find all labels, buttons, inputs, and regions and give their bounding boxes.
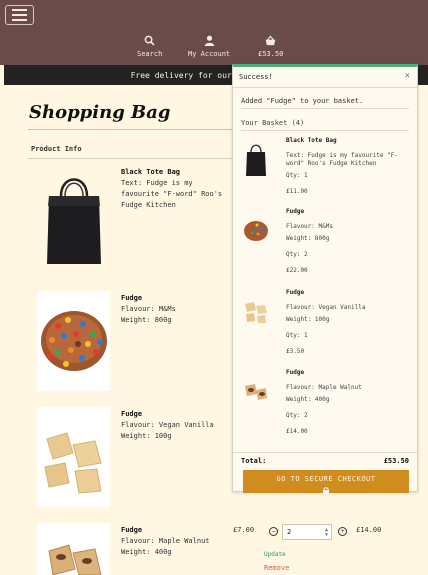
basket-total-value: £53.50 <box>383 457 409 465</box>
basket-item-qty: Qty: 1 <box>286 172 308 179</box>
column-header-product-info: Product Info <box>31 145 82 153</box>
remove-link[interactable]: Remove <box>264 564 289 572</box>
product-weight: Weight: 800g <box>121 316 172 324</box>
basket-item-desc: Flavour: Vegan Vanilla <box>286 304 366 311</box>
product-name: Black Tote Bag <box>121 168 181 176</box>
basket-item-image <box>242 371 270 411</box>
lock-icon <box>323 487 329 494</box>
basket-icon <box>265 35 276 46</box>
basket-heading: Your Basket (4) <box>241 119 305 127</box>
toast-message: Added "Fudge" to your basket. <box>241 97 364 105</box>
basket-item-desc: Flavour: Maple Walnut <box>286 384 362 391</box>
basket-item: Black Tote Bag Text: Fudge is my favouri… <box>286 137 411 200</box>
divider <box>241 108 409 109</box>
checkout-label: GO TO SECURE CHECKOUT <box>276 475 376 483</box>
close-icon[interactable]: × <box>405 71 410 81</box>
top-header: Search My Account £53.50 <box>0 0 428 65</box>
nav-basket[interactable]: £53.50 <box>258 35 283 58</box>
vanilla-fudge-thumbnail <box>245 302 267 323</box>
mm-fudge-thumbnail <box>244 221 268 241</box>
vanilla-fudge-image <box>43 432 102 494</box>
delivery-banner-text: Free delivery for our s <box>130 70 242 80</box>
basket-item-qty: Qty: 1 <box>286 332 308 339</box>
basket-item-weight: Weight: 100g <box>286 316 330 323</box>
product-image-mm-fudge <box>37 291 110 391</box>
product-info-3: Fudge Flavour: Vegan Vanilla Weight: 100… <box>121 409 231 442</box>
divider <box>28 129 238 130</box>
basket-item-price: £3.50 <box>286 348 305 355</box>
basket-item-image <box>242 211 270 251</box>
nav-search[interactable]: Search <box>137 35 162 58</box>
product-image-tote-bag <box>37 166 110 266</box>
minus-circle-icon: − <box>269 527 278 536</box>
nav-basket-total: £53.50 <box>258 50 284 58</box>
basket-item-image <box>242 139 270 179</box>
hamburger-line <box>12 14 27 16</box>
basket-total-row: Total: £53.50 <box>241 457 409 465</box>
product-name: Fudge <box>121 410 143 418</box>
basket-item-name: Fudge <box>286 369 305 376</box>
basket-item-name: Fudge <box>286 208 305 215</box>
maple-fudge-thumbnail <box>245 384 267 400</box>
mm-fudge-image <box>40 311 107 371</box>
menu-toggle-button[interactable] <box>5 5 34 25</box>
product-info-4: Fudge Flavour: Maple Walnut Weight: 400g <box>121 525 231 558</box>
product-image-maple-fudge <box>37 523 110 575</box>
secure-checkout-button[interactable]: GO TO SECURE CHECKOUT <box>243 470 409 494</box>
basket-item: Fudge Flavour: Vegan Vanilla Weight: 100… <box>286 289 411 360</box>
product-detail: Flavour: Maple Walnut <box>121 537 210 545</box>
basket-item-price: £22.00 <box>286 267 308 274</box>
quantity-input[interactable]: 2 ▲ ▼ <box>282 524 332 540</box>
basket-item: Fudge Flavour: M&Ms Weight: 800g Qty: 2 … <box>286 208 411 279</box>
tote-bag-thumbnail <box>246 144 266 176</box>
spinner-arrows-icon[interactable]: ▲ ▼ <box>325 528 328 538</box>
success-toast: Success! × Added "Fudge" to your basket.… <box>232 64 418 494</box>
basket-item-price: £11.00 <box>286 188 308 195</box>
toast-header: Success! × <box>233 67 417 88</box>
basket-item-weight: Weight: 800g <box>286 235 330 242</box>
basket-item: Fudge Flavour: Maple Walnut Weight: 400g… <box>286 369 411 440</box>
hamburger-line <box>12 9 27 11</box>
product-name: Fudge <box>121 526 143 534</box>
basket-item-desc: Flavour: M&Ms <box>286 223 333 230</box>
basket-item-name: Fudge <box>286 289 305 296</box>
product-detail: Flavour: M&Ms <box>121 305 176 313</box>
product-info-1: Black Tote Bag Text: Fudge is my favouri… <box>121 167 231 211</box>
plus-circle-icon: + <box>338 527 347 536</box>
basket-item-name: Black Tote Bag <box>286 137 337 144</box>
page-title: Shopping Bag <box>29 102 171 123</box>
user-icon <box>204 35 214 46</box>
product-detail: Text: Fudge is my favourite "F-word" Roo… <box>121 179 223 209</box>
update-link[interactable]: Update <box>264 551 286 558</box>
tote-bag-image <box>46 178 101 264</box>
basket-item-qty: Qty: 2 <box>286 412 308 419</box>
search-icon <box>144 35 155 46</box>
basket-item-qty: Qty: 2 <box>286 251 308 258</box>
divider <box>28 158 238 159</box>
quantity-value: 2 <box>287 528 292 536</box>
basket-item-price: £14.00 <box>286 428 308 435</box>
nav-account-label: My Account <box>188 50 231 58</box>
nav-search-label: Search <box>137 50 163 58</box>
product-subtotal: £14.00 <box>356 526 382 534</box>
toast-title: Success! <box>239 73 273 81</box>
product-info-2: Fudge Flavour: M&Ms Weight: 800g <box>121 293 231 326</box>
increment-qty-button[interactable]: + <box>338 527 347 536</box>
product-image-vanilla-fudge <box>37 407 110 507</box>
basket-item-weight: Weight: 400g <box>286 396 330 403</box>
product-name: Fudge <box>121 294 143 302</box>
basket-item-image <box>242 291 270 331</box>
nav-my-account[interactable]: My Account <box>188 35 230 58</box>
hamburger-line <box>12 19 27 21</box>
basket-total-label: Total: <box>241 457 267 465</box>
product-weight: Weight: 100g <box>121 432 172 440</box>
product-price: £7.00 <box>233 526 255 534</box>
product-detail: Flavour: Vegan Vanilla <box>121 421 214 429</box>
basket-item-desc: Text: Fudge is my favourite "F-word" Roo… <box>286 152 398 167</box>
divider <box>241 130 409 131</box>
product-weight: Weight: 400g <box>121 548 172 556</box>
divider <box>233 452 417 453</box>
maple-fudge-image <box>47 544 102 575</box>
decrement-qty-button[interactable]: − <box>269 527 278 536</box>
